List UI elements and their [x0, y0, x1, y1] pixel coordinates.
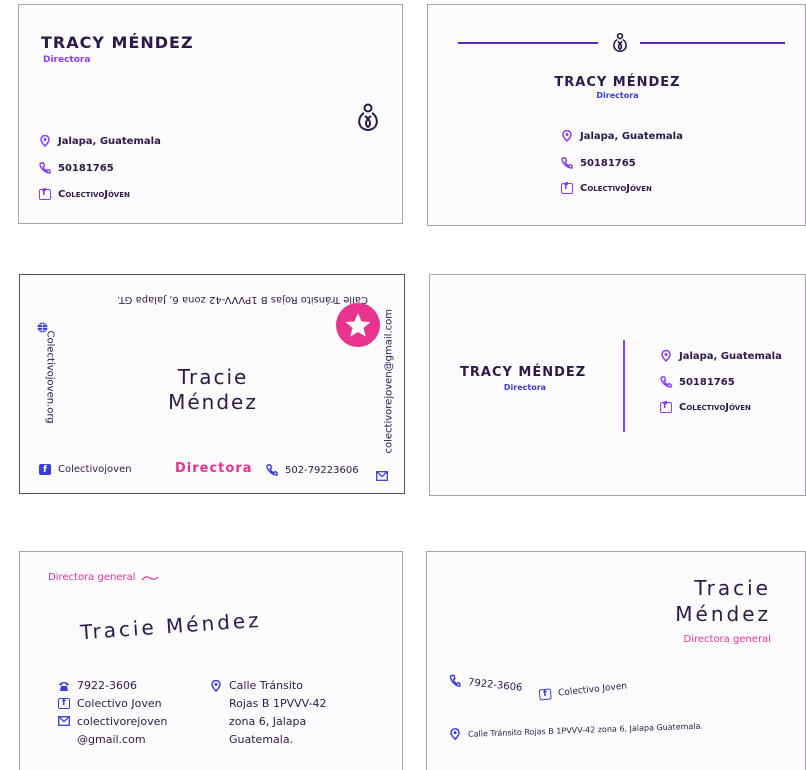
- phone-row: 7922-3606: [449, 674, 523, 694]
- phone-text: 502-79223606: [285, 464, 359, 476]
- facebook-icon: f: [538, 688, 552, 701]
- location-pin-icon: [39, 135, 51, 147]
- business-card-5[interactable]: Directora general Tracie Méndez 7922-360…: [19, 551, 403, 770]
- phone-text: 7922-3606: [77, 679, 137, 692]
- address-row: Calle Tránsito Rojas B 1PVVV-42 zona 6, …: [449, 720, 703, 741]
- mail-icon: [58, 715, 70, 728]
- location-row: Jalapa, Guatemala: [39, 135, 161, 147]
- address-row: Calle Tránsito: [210, 679, 303, 692]
- phone-row: 50181765: [39, 162, 114, 174]
- card-name: TRACY MÉNDEZ: [554, 75, 681, 90]
- facebook-icon: [39, 188, 51, 200]
- phone-row: 502-79223606: [266, 464, 359, 476]
- wave-icon: [141, 575, 158, 580]
- social-row: f Colectivo Joven: [538, 680, 628, 701]
- card-name-line2: Méndez: [168, 390, 258, 414]
- location-row: Jalapa, Guatemala: [660, 350, 782, 362]
- card-name-line2: Méndez: [675, 602, 771, 626]
- address-line2: Rojas B 1PVVV-42: [229, 697, 327, 710]
- telephone-icon: [58, 680, 70, 692]
- divider-right: [640, 42, 785, 44]
- card-role: Directora general: [683, 634, 772, 645]
- phone-row: 50181765: [561, 157, 636, 169]
- social-text: Colectivo Joven: [77, 697, 162, 710]
- social-row: f Colectivo Joven: [58, 697, 162, 710]
- social-row: f Colectivojoven: [39, 464, 132, 475]
- facebook-icon: [561, 182, 573, 194]
- phone-text: 50181765: [58, 162, 114, 174]
- email-text-line1: colectivorejoven: [77, 715, 168, 728]
- social-text: ColectivoJóven: [58, 189, 130, 200]
- phone-icon: [561, 157, 573, 169]
- location-pin-icon: [561, 130, 573, 142]
- logo-icon: [611, 32, 629, 54]
- phone-icon: [660, 376, 672, 388]
- facebook-icon: f: [39, 464, 51, 475]
- social-row: ColectivoJóven: [39, 188, 130, 200]
- social-row: ColectivoJóven: [561, 182, 652, 194]
- phone-text: 50181765: [580, 157, 636, 169]
- business-card-4[interactable]: TRACY MÉNDEZ Directora Jalapa, Guatemala…: [429, 274, 806, 496]
- card-role: Directora: [596, 91, 639, 100]
- card-name-line1: Tracie: [694, 576, 771, 600]
- phone-icon: [449, 674, 462, 688]
- address-line4: Guatemala.: [229, 733, 294, 746]
- social-text: Colectivojoven: [58, 464, 132, 475]
- phone-text: 7922-3606: [467, 676, 523, 694]
- logo-icon: [355, 103, 381, 133]
- business-card-6[interactable]: Tracie Méndez Directora general 7922-360…: [426, 551, 806, 770]
- location-text: Jalapa, Guatemala: [58, 135, 161, 147]
- address-line1: Calle Tránsito: [229, 679, 303, 692]
- mail-icon: [376, 466, 388, 485]
- card-role: Directora: [503, 383, 547, 392]
- address-text: Calle Tránsito Rojas B 1PVVV-42 zona 6, …: [116, 294, 368, 305]
- business-card-1[interactable]: TRACY MÉNDEZ Directora Jalapa, Guatemala…: [18, 4, 403, 224]
- divider-left: [458, 42, 598, 44]
- address-text: Calle Tránsito Rojas B 1PVVV-42 zona 6, …: [467, 721, 704, 739]
- divider-vertical: [623, 340, 625, 432]
- star-badge-icon[interactable]: [336, 303, 380, 347]
- phone-icon: [266, 464, 278, 476]
- social-text: ColectivoJóven: [580, 183, 652, 194]
- location-text: Jalapa, Guatemala: [580, 130, 683, 142]
- facebook-icon: f: [58, 698, 70, 709]
- social-text: Colectivo Joven: [557, 680, 628, 699]
- card-name: TRACY MÉNDEZ: [41, 33, 194, 52]
- address-line3: zona 6, Jalapa: [229, 715, 307, 728]
- business-card-3[interactable]: Calle Tránsito Rojas B 1PVVV-42 zona 6, …: [19, 274, 405, 494]
- card-role: Directora: [175, 461, 253, 476]
- phone-icon: [39, 162, 51, 174]
- email-row: colectivorejoven: [58, 715, 167, 728]
- location-pin-icon: [210, 679, 222, 692]
- location-row: Jalapa, Guatemala: [561, 130, 683, 142]
- card-name-line1: Tracie: [177, 365, 249, 389]
- role-text: Directora general: [48, 572, 136, 583]
- location-text: Jalapa, Guatemala: [679, 350, 782, 362]
- location-pin-icon: [660, 350, 672, 362]
- phone-row: 7922-3606: [58, 679, 137, 692]
- card-name: Tracie Méndez: [79, 607, 263, 645]
- social-row: ColectivoJóven: [660, 401, 751, 413]
- phone-row: 50181765: [660, 376, 735, 388]
- location-pin-icon: [449, 728, 461, 741]
- social-text: ColectivoJóven: [679, 402, 751, 413]
- card-name: TRACY MÉNDEZ: [460, 365, 587, 380]
- card-role: Directora general: [48, 572, 159, 583]
- facebook-icon: [660, 401, 672, 413]
- email-text-line2: @gmail.com: [77, 733, 146, 746]
- card-role: Directora: [43, 55, 91, 65]
- phone-text: 50181765: [679, 376, 735, 388]
- globe-icon: [37, 318, 48, 333]
- business-card-2[interactable]: TRACY MÉNDEZ Directora Jalapa, Guatemala…: [427, 4, 806, 226]
